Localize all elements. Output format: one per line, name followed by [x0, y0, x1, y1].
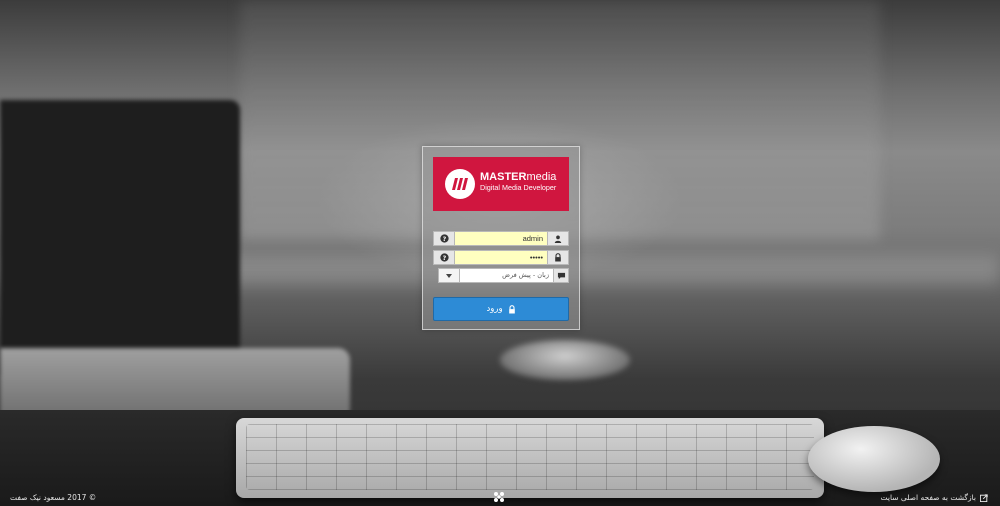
password-input[interactable]: ••••• [455, 250, 547, 265]
language-dropdown-toggle[interactable] [438, 268, 460, 283]
back-to-site-link[interactable]: بازگشت به صفحه اصلی سایت [881, 493, 989, 502]
language-addon [553, 268, 569, 283]
background-mouse [808, 426, 940, 492]
background-keyboard [236, 418, 824, 498]
password-row: ? ••••• [433, 250, 569, 265]
username-input[interactable]: admin [455, 231, 547, 246]
language-select[interactable]: زبان - پیش فرض [438, 268, 569, 283]
login-button-label: ورود [486, 304, 503, 314]
logo-brand-name: MASTERmedia [480, 171, 557, 183]
login-panel: MASTERmedia Digital Media Developer ? ad… [422, 146, 580, 330]
joomla-icon[interactable] [492, 490, 506, 504]
question-circle-icon: ? [439, 253, 449, 262]
copyright-text: © 2017 مسعود نیک صفت [10, 493, 97, 502]
user-icon [554, 235, 562, 243]
chevron-down-icon [446, 273, 452, 278]
comment-icon [557, 272, 565, 279]
lock-icon [555, 253, 561, 262]
username-help-button[interactable]: ? [433, 231, 455, 246]
logo-tagline: Digital Media Developer [480, 183, 557, 192]
login-button[interactable]: ورود [433, 297, 569, 321]
password-help-button[interactable]: ? [433, 250, 455, 265]
username-row: ? admin [433, 231, 569, 246]
language-select-value[interactable]: زبان - پیش فرض [460, 268, 553, 283]
svg-text:?: ? [442, 255, 446, 262]
username-addon [547, 231, 569, 246]
question-circle-icon: ? [439, 234, 449, 243]
lock-icon [508, 304, 515, 313]
back-to-site-label[interactable]: بازگشت به صفحه اصلی سایت [881, 493, 977, 502]
external-link-icon [980, 493, 988, 502]
password-addon [547, 250, 569, 265]
logo-mark-icon [445, 169, 475, 199]
svg-text:?: ? [442, 236, 446, 243]
brand-logo: MASTERmedia Digital Media Developer [433, 157, 569, 211]
